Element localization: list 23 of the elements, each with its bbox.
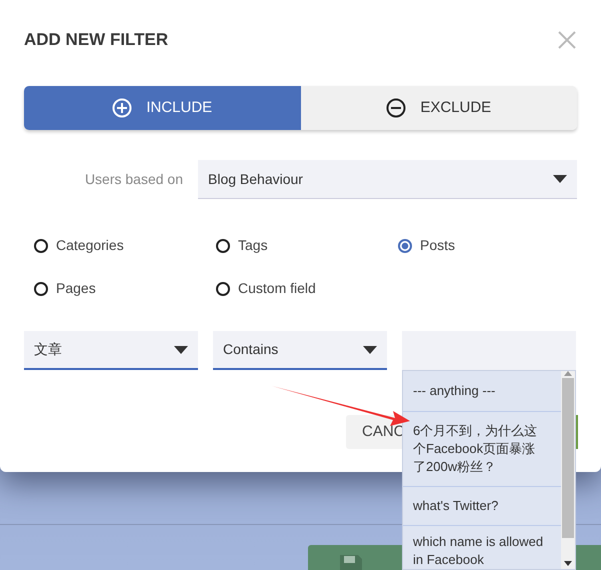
dropdown[interactable]: Contains [213,331,387,370]
radio-option[interactable]: Categories [34,235,216,256]
dropdown[interactable]: Blog Behaviour [198,160,577,200]
scroll-down-icon[interactable] [564,561,572,566]
radio-option[interactable]: Tags [216,235,398,256]
mode-tab[interactable]: EXCLUDE [300,86,577,130]
radio-option[interactable]: Pages [34,278,216,300]
caret-icon [174,346,188,354]
dialog-title: ADD NEW FILTER [24,30,168,50]
radio-option[interactable]: Posts [398,235,568,256]
caret-icon [553,175,567,184]
search-field[interactable] [402,331,576,370]
suggestion-item[interactable]: which name is allowed in Facebook [403,526,561,570]
scrollbar[interactable] [561,371,575,570]
confirm-button[interactable] [574,415,578,449]
mode-tab[interactable]: INCLUDE [24,86,300,130]
minus-circle-icon [386,98,406,118]
field-label: Users based on [84,170,184,190]
dropdown[interactable]: 文章 [24,331,198,370]
radio-option[interactable]: Custom field [216,278,398,300]
caret-icon [363,346,377,354]
close-button[interactable] [557,30,577,50]
plus-circle-icon [112,98,132,118]
